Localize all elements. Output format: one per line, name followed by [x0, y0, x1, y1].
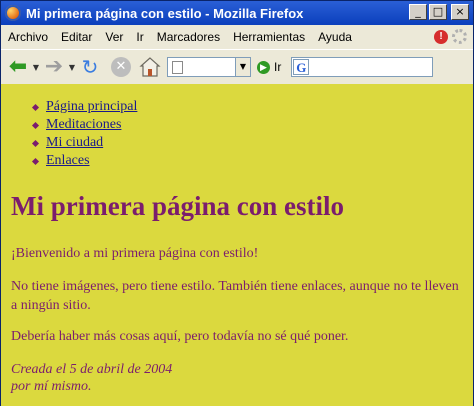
window-controls: _ □ × [409, 4, 469, 20]
menu-marcadores[interactable]: Marcadores [150, 30, 226, 44]
window-title: Mi primera página con estilo - Mozilla F… [26, 5, 304, 21]
browser-window: Mi primera página con estilo - Mozilla F… [0, 0, 474, 406]
go-arrow-icon: ▶ [257, 60, 270, 74]
signature-date: Creada el 5 de abril de 2004 [11, 362, 173, 377]
menu-ver[interactable]: Ver [98, 30, 129, 44]
menu-ayuda[interactable]: Ayuda [311, 30, 358, 44]
site-navigation: Página principal Meditaciones Mi ciudad … [31, 98, 137, 170]
nav-link-enlaces[interactable]: Enlaces [46, 153, 90, 169]
address-bar[interactable]: ▼ [167, 57, 251, 77]
signature-author: por mí mismo. [11, 379, 92, 394]
nav-item: Meditaciones [31, 116, 137, 134]
back-history-dropdown-icon[interactable]: ▼ [31, 63, 41, 72]
menu-editar[interactable]: Editar [54, 30, 98, 44]
alert-icon[interactable]: ! [434, 29, 448, 44]
welcome-paragraph: ¡Bienvenido a mi primera página con esti… [11, 246, 259, 261]
style-paragraph: No tiene imágenes, pero tiene estilo. Ta… [11, 279, 459, 313]
minimize-button[interactable]: _ [409, 4, 427, 20]
nav-item: Mi ciudad [31, 134, 137, 152]
reload-icon[interactable]: ↻ [77, 54, 103, 80]
nav-link-meditaciones[interactable]: Meditaciones [46, 117, 121, 133]
firefox-icon [5, 5, 21, 21]
go-label: Ir [274, 60, 282, 74]
nav-item: Página principal [31, 98, 137, 116]
nav-item: Enlaces [31, 152, 137, 170]
home-icon[interactable] [139, 56, 161, 78]
bullet-icon [31, 103, 40, 111]
back-arrow-icon[interactable]: ⬅ [5, 54, 31, 80]
page-icon [172, 60, 183, 74]
bullet-icon [31, 121, 40, 129]
maximize-button[interactable]: □ [429, 4, 447, 20]
search-bar[interactable]: G [291, 57, 434, 77]
google-search-engine-icon[interactable]: G [293, 59, 310, 75]
nav-link-pagina-principal[interactable]: Página principal [46, 99, 137, 115]
page-content: Página principal Meditaciones Mi ciudad … [1, 84, 473, 406]
menu-herramientas[interactable]: Herramientas [226, 30, 311, 44]
go-button[interactable]: ▶ Ir [257, 60, 281, 74]
close-button[interactable]: × [451, 4, 469, 20]
more-content-paragraph: Debería haber más cosas aquí, pero todav… [11, 329, 349, 344]
menu-archivo[interactable]: Archivo [1, 30, 54, 44]
page-signature: Creada el 5 de abril de 2004 por mí mism… [11, 361, 172, 395]
nav-link-mi-ciudad[interactable]: Mi ciudad [46, 135, 103, 151]
page-heading: Mi primera página con estilo [11, 191, 344, 221]
address-dropdown-icon[interactable]: ▼ [235, 58, 250, 76]
navigation-toolbar: ⬅ ▼ ➔ ▼ ↻ ✕ ▼ ▶ Ir G [1, 49, 473, 85]
menu-bar-extras: ! [434, 29, 467, 44]
bullet-icon [31, 139, 40, 147]
forward-history-dropdown-icon[interactable]: ▼ [67, 63, 77, 72]
menu-bar: Archivo Editar Ver Ir Marcadores Herrami… [1, 26, 473, 48]
stop-icon[interactable]: ✕ [111, 57, 131, 77]
menu-ir[interactable]: Ir [129, 30, 149, 44]
forward-arrow-icon[interactable]: ➔ [41, 54, 67, 80]
title-bar[interactable]: Mi primera página con estilo - Mozilla F… [1, 1, 473, 25]
activity-throbber-icon [452, 29, 467, 44]
bullet-icon [31, 157, 40, 165]
